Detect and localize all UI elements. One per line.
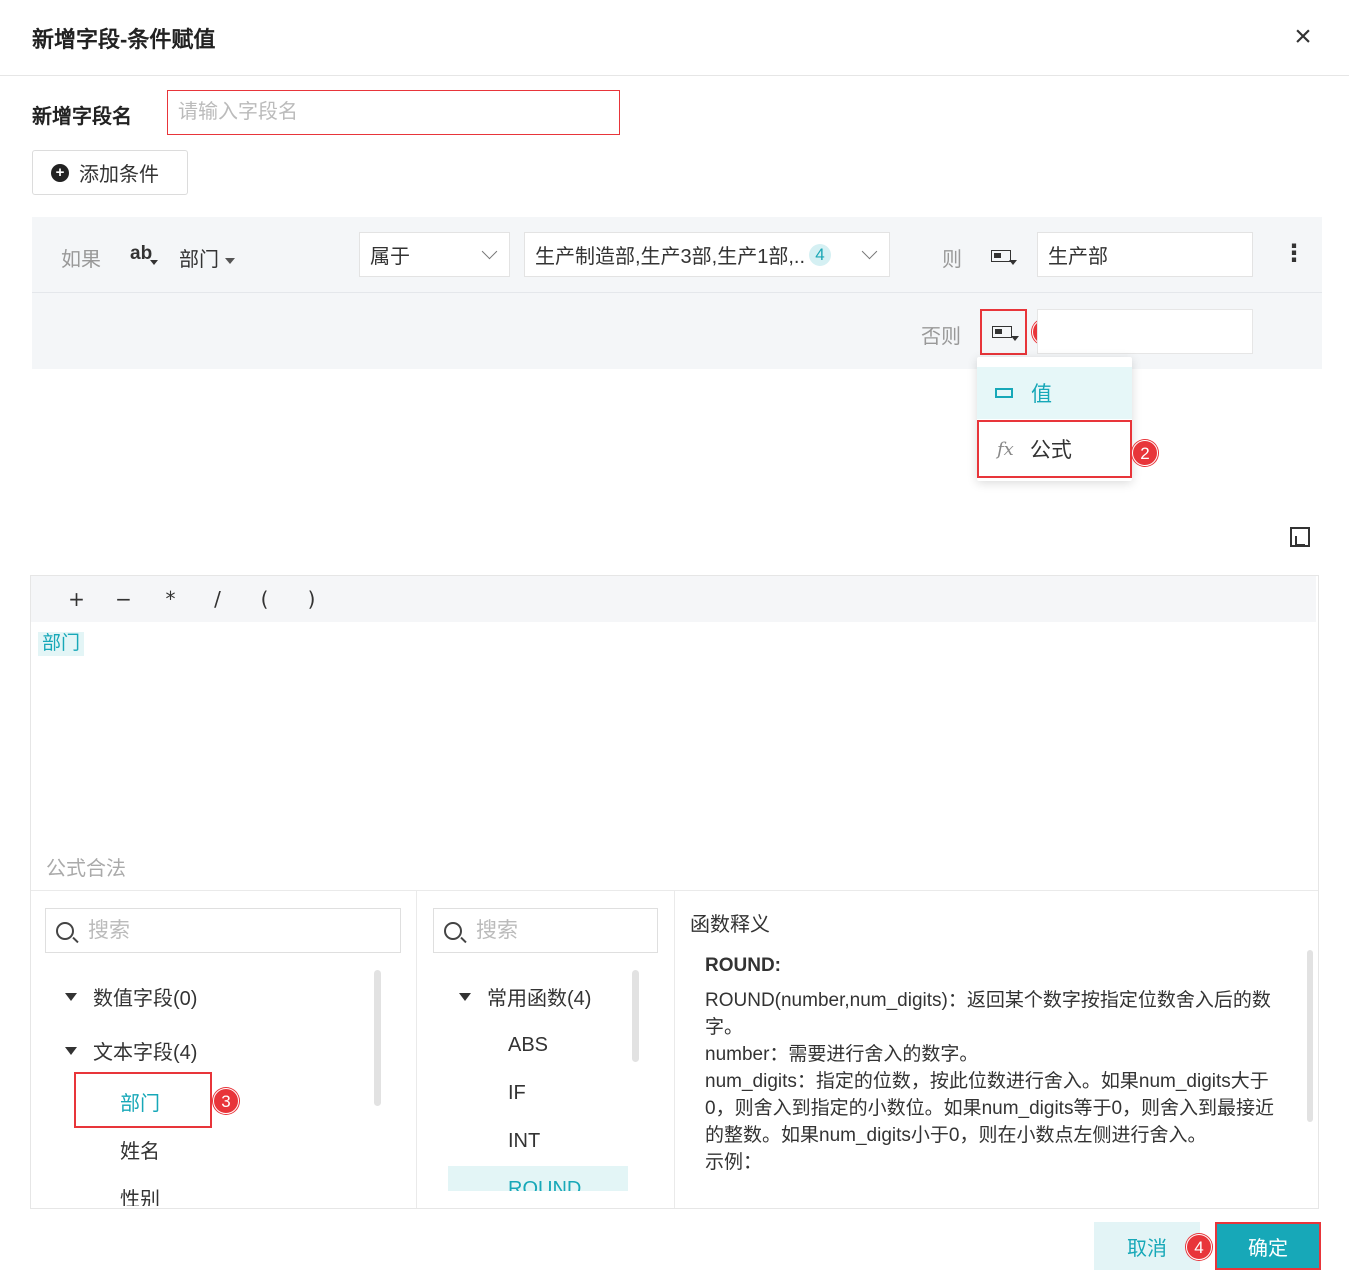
then-value-type-toggle[interactable]	[991, 249, 1017, 269]
function-item[interactable]: INT	[508, 1130, 540, 1153]
tree-group-label: 常用函数(4)	[487, 988, 592, 1010]
then-value-input[interactable]: 生产部	[1037, 232, 1253, 277]
column-divider	[674, 891, 675, 1208]
values-text: 生产制造部,生产3部,生产1部,..	[535, 246, 806, 268]
function-search[interactable]	[433, 908, 658, 953]
operator-multiply[interactable]: *	[147, 587, 194, 611]
field-item[interactable]: 姓名	[120, 1135, 160, 1164]
chevron-down-icon	[861, 243, 878, 260]
expand-triangle-icon	[65, 1046, 77, 1055]
close-icon[interactable]: ×	[1288, 22, 1318, 52]
header-divider	[0, 75, 1349, 76]
menu-item-value[interactable]: 值	[977, 367, 1132, 419]
field-search[interactable]	[45, 908, 401, 953]
description-title: 函数释义	[690, 914, 770, 936]
field-item[interactable]: 部门	[120, 1087, 160, 1116]
operator-label: 属于	[370, 246, 410, 268]
add-condition-button[interactable]: + 添加条件	[32, 150, 188, 195]
else-value-type-toggle[interactable]	[980, 309, 1027, 355]
scrollbar[interactable]	[374, 970, 381, 1106]
if-label: 如果	[61, 249, 101, 271]
description-line: 示例：	[705, 1152, 763, 1173]
then-label: 则	[942, 249, 962, 271]
function-item[interactable]: IF	[508, 1082, 526, 1105]
fields-tree: 数值字段(0) 文本字段(4) 部门 姓名 性别	[30, 970, 382, 1206]
function-item[interactable]: ROUND	[508, 1178, 581, 1191]
field-item[interactable]: 性别	[120, 1183, 160, 1206]
operator-select[interactable]: 属于	[359, 232, 510, 277]
field-type-selector[interactable]: ab	[130, 243, 158, 265]
expand-triangle-icon	[459, 992, 471, 1001]
caret-down-icon	[225, 257, 235, 264]
operator-minus[interactable]: −	[100, 587, 147, 611]
column-divider	[416, 891, 417, 1208]
condition-field-dropdown[interactable]: 部门	[179, 243, 235, 272]
then-value-text: 生产部	[1048, 246, 1108, 268]
description-line: ROUND(number,num_digits)：返回某个数字按指定位数舍入后的…	[705, 990, 1271, 1038]
else-value-input[interactable]	[1037, 309, 1253, 354]
operator-plus[interactable]: +	[53, 587, 100, 611]
field-type-caret-icon	[150, 260, 158, 265]
scrollbar[interactable]	[632, 970, 639, 1062]
caret-down-icon	[1009, 260, 1017, 265]
formula-field-token[interactable]: 部门	[38, 632, 85, 656]
more-options-icon[interactable]: ⋮	[1282, 242, 1306, 266]
field-search-input[interactable]	[88, 918, 329, 943]
description-line: number：需要进行舍入的数字。	[705, 1044, 979, 1065]
formula-validation-status: 公式合法	[46, 858, 126, 880]
menu-item-value-label: 值	[1031, 383, 1052, 406]
functions-tree: 常用函数(4) ABS IF INT ROUND	[418, 970, 644, 1191]
chevron-down-icon	[481, 243, 498, 260]
menu-item-formula-label: 公式	[1029, 439, 1072, 462]
search-icon	[444, 921, 462, 940]
operator-open-paren[interactable]: (	[241, 587, 288, 611]
dialog-title: 新增字段-条件赋值	[32, 27, 216, 52]
field-name-input[interactable]	[167, 90, 620, 135]
operator-divide[interactable]: /	[194, 587, 241, 611]
text-type-icon: ab	[130, 243, 153, 264]
cancel-button[interactable]: 取消	[1094, 1222, 1200, 1270]
ok-button[interactable]: 确定	[1215, 1222, 1321, 1270]
function-search-input[interactable]	[476, 918, 626, 943]
tree-group-text[interactable]: 文本字段(4)	[65, 1036, 197, 1065]
tree-group-common-functions[interactable]: 常用函数(4)	[459, 982, 591, 1011]
add-condition-label: 添加条件	[79, 164, 159, 186]
plus-circle-icon: +	[51, 163, 69, 182]
field-name-label: 新增字段名	[32, 106, 132, 128]
search-icon	[56, 921, 74, 940]
value-type-icon	[992, 326, 1012, 338]
else-label: 否则	[921, 326, 961, 348]
menu-item-formula[interactable]: fx 公式	[977, 420, 1132, 478]
tree-group-numeric[interactable]: 数值字段(0)	[65, 982, 197, 1011]
caret-down-icon	[1011, 336, 1019, 341]
description-body: ROUND: ROUND(number,num_digits)：返回某个数字按指…	[705, 952, 1280, 1202]
tree-group-label: 文本字段(4)	[93, 1042, 198, 1064]
function-item[interactable]: ABS	[508, 1034, 548, 1057]
expand-editor-icon[interactable]	[1290, 527, 1310, 547]
description-function-name: ROUND:	[705, 955, 781, 976]
values-count-badge: 4	[809, 243, 832, 266]
step-badge-4: 4	[1186, 1234, 1212, 1260]
expand-triangle-icon	[65, 992, 77, 1001]
description-line: num_digits：指定的位数，按此位数进行舍入。如果num_digits大于…	[705, 1071, 1275, 1146]
condition-divider	[32, 292, 1322, 293]
fx-icon: fx	[997, 438, 1014, 460]
values-multiselect[interactable]: 生产制造部,生产3部,生产1部,.. 4	[524, 232, 890, 277]
value-type-icon	[991, 250, 1011, 262]
operator-toolbar: + − * / ( )	[31, 576, 1316, 622]
operator-close-paren[interactable]: )	[288, 587, 335, 611]
value-icon	[995, 388, 1013, 398]
scrollbar[interactable]	[1307, 950, 1313, 1122]
value-type-menu: 值 fx 公式	[977, 357, 1132, 481]
step-badge-2: 2	[1132, 440, 1158, 466]
tree-group-label: 数值字段(0)	[93, 988, 198, 1010]
step-badge-3: 3	[213, 1088, 239, 1114]
condition-field-label: 部门	[179, 249, 219, 271]
